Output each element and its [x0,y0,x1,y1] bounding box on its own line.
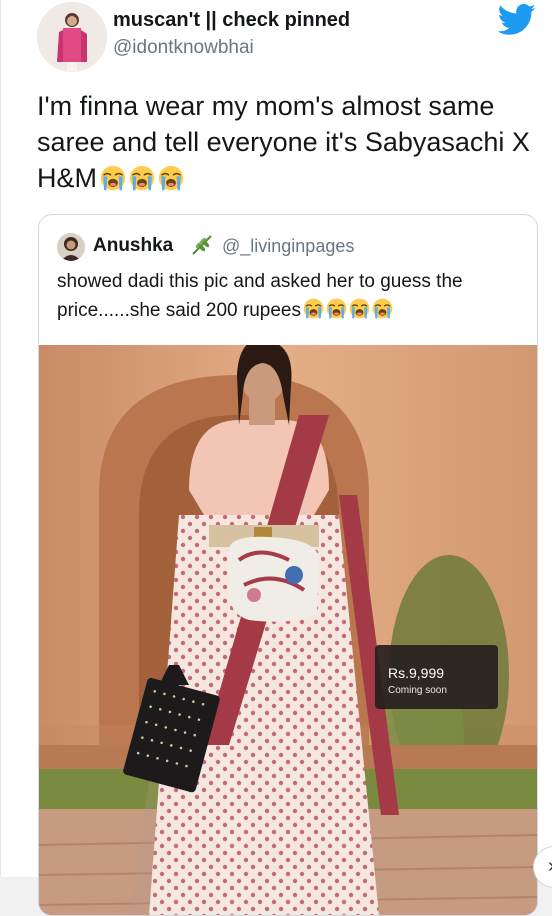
saree-photo-illustration [39,339,537,915]
quoted-tweet-text: showed dadi this pic and asked her to gu… [57,267,527,325]
quoted-avatar-image [57,233,85,261]
tweet-text: I'm finna wear my mom's almost same sare… [37,88,537,196]
quoted-tweet[interactable]: Anushka @_livinginpages showed dadi this… [38,214,538,916]
coming-soon-label: Coming soon [388,685,447,696]
author-handle[interactable]: @idontknowbhai [113,37,254,59]
avatar[interactable] [37,2,107,72]
price-tag: Rs.9,999 Coming soon [375,645,498,709]
loudly-crying-face-icon [100,165,126,191]
avatar-image [37,2,107,72]
quoted-author-handle[interactable]: @_livinginpages [222,236,354,257]
herb-icon [192,235,212,255]
loudly-crying-face-icon [129,165,155,191]
quoted-tweet-body: showed dadi this pic and asked her to gu… [57,271,463,321]
quoted-author-name[interactable]: Anushka [93,235,173,257]
loudly-crying-face-icon [326,298,347,319]
saree-photo[interactable]: Rs.9,999 Coming soon [39,339,537,915]
tweet-card: muscan't || check pinned @idontknowbhai … [0,0,552,916]
price-label: Rs.9,999 [388,665,445,681]
twitter-bird-icon[interactable] [497,4,537,36]
loudly-crying-face-icon [303,298,324,319]
loudly-crying-face-icon [158,165,184,191]
loudly-crying-face-icon [349,298,370,319]
loudly-crying-face-icon [372,298,393,319]
quoted-avatar[interactable] [57,233,85,261]
chevron-right-icon: › [548,855,552,878]
author-name[interactable]: muscan't || check pinned [113,9,350,32]
